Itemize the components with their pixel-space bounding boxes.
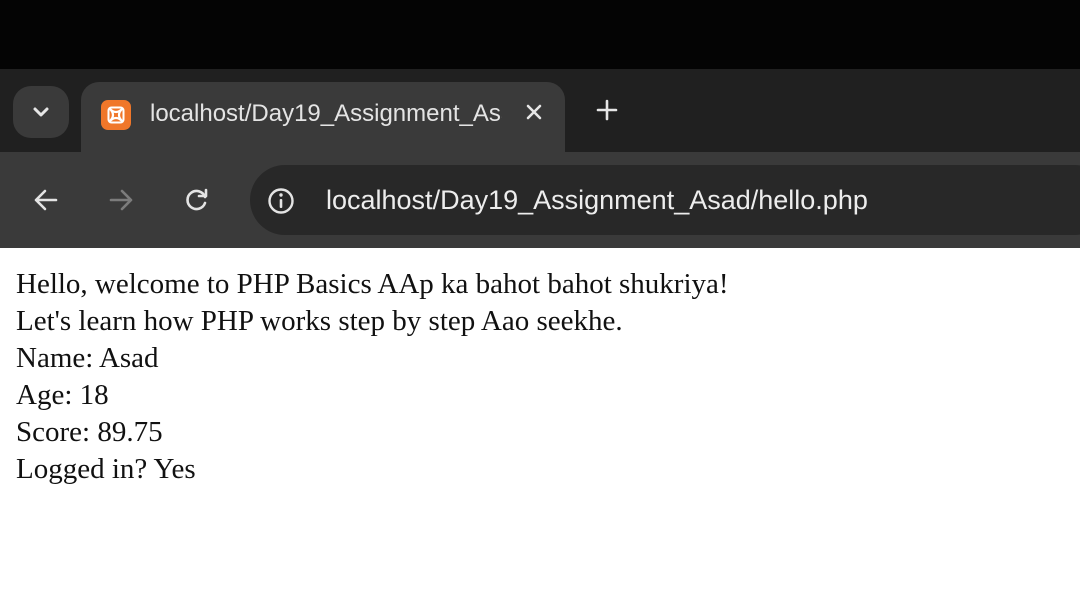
arrow-left-icon <box>32 186 60 214</box>
page-content: Hello, welcome to PHP Basics AAp ka baho… <box>0 248 1080 602</box>
age-line: Age: 18 <box>16 379 109 411</box>
forward-button[interactable] <box>104 183 138 217</box>
page-text: Hello, welcome to PHP Basics AAp ka baho… <box>16 266 729 488</box>
logged-in-line: Logged in? Yes <box>16 453 196 485</box>
back-button[interactable] <box>29 183 63 217</box>
tab-close-button[interactable] <box>521 99 547 125</box>
greeting-line: Hello, welcome to PHP Basics AAp ka baho… <box>16 268 729 300</box>
close-icon <box>525 103 543 121</box>
active-tab[interactable]: localhost/Day19_Assignment_Asad/hello.ph… <box>81 82 565 152</box>
intro-line: Let's learn how PHP works step by step A… <box>16 305 623 337</box>
browser-toolbar: localhost/Day19_Assignment_Asad/hello.ph… <box>0 152 1080 248</box>
address-bar[interactable]: localhost/Day19_Assignment_Asad/hello.ph… <box>250 165 1080 235</box>
new-tab-button[interactable] <box>592 95 622 125</box>
screen: localhost/Day19_Assignment_Asad/hello.ph… <box>0 0 1080 602</box>
chevron-down-icon <box>32 106 50 118</box>
screen-top-bar <box>0 0 1080 69</box>
xampp-icon <box>101 100 131 130</box>
score-line: Score: 89.75 <box>16 416 163 448</box>
url-text[interactable]: localhost/Day19_Assignment_Asad/hello.ph… <box>326 180 868 220</box>
arrow-right-icon <box>107 186 135 214</box>
name-line: Name: Asad <box>16 342 159 374</box>
reload-icon <box>183 186 211 214</box>
tab-strip: localhost/Day19_Assignment_Asad/hello.ph… <box>0 69 1080 152</box>
tab-search-button[interactable] <box>13 86 69 138</box>
info-icon <box>266 186 296 216</box>
plus-icon <box>595 98 619 122</box>
tab-title: localhost/Day19_Assignment_Asad/hello.ph… <box>150 100 502 127</box>
reload-button[interactable] <box>180 183 214 217</box>
site-info-button[interactable] <box>265 185 297 217</box>
